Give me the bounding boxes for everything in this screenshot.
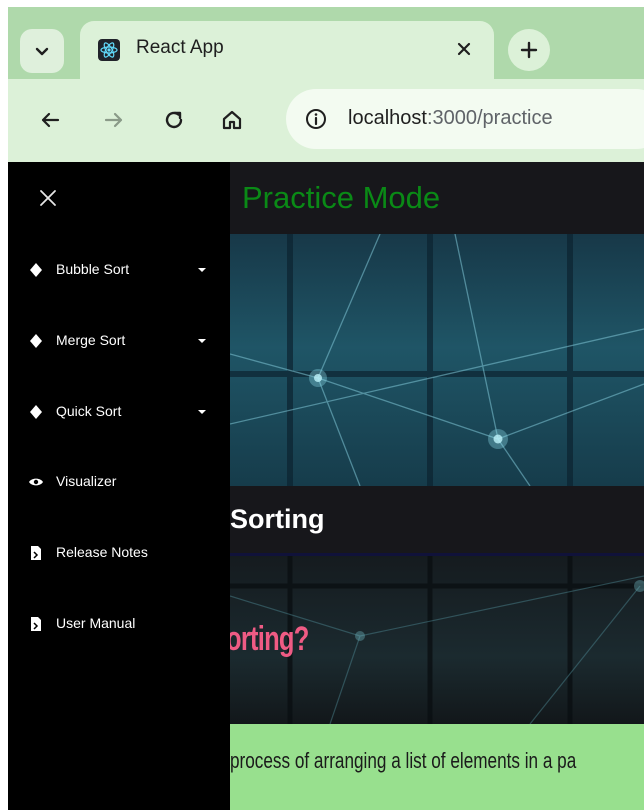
diamond-icon bbox=[30, 405, 42, 419]
sidebar-item-merge-sort[interactable]: Merge Sort bbox=[8, 321, 230, 361]
chevron-down-icon bbox=[35, 47, 49, 56]
sidebar-item-label: Release Notes bbox=[56, 544, 148, 560]
banner-image: orting? bbox=[230, 556, 644, 724]
sidebar-item-label: Merge Sort bbox=[56, 332, 126, 348]
sidebar: Bubble Sort Merge Sort Quick Sort Visual… bbox=[8, 162, 230, 810]
sidebar-item-label: Bubble Sort bbox=[56, 261, 130, 277]
sidebar-item-quick-sort[interactable]: Quick Sort bbox=[8, 392, 230, 432]
sidebar-item-bubble-sort[interactable]: Bubble Sort bbox=[8, 250, 230, 290]
url-text[interactable]: localhost:3000/practice bbox=[348, 107, 553, 130]
browser-chrome: React App localhost:3000/practice bbox=[8, 7, 644, 162]
network-background-image bbox=[230, 234, 644, 486]
sidebar-item-label: User Manual bbox=[56, 615, 136, 631]
reload-icon bbox=[165, 111, 183, 129]
url-host: localhost bbox=[348, 107, 427, 129]
sidebar-item-label: Visualizer bbox=[56, 473, 117, 489]
caret-down-icon[interactable] bbox=[197, 337, 207, 345]
forward-button[interactable] bbox=[94, 100, 134, 140]
home-icon bbox=[222, 110, 242, 130]
reload-button[interactable] bbox=[154, 100, 194, 140]
new-tab-button[interactable] bbox=[508, 29, 550, 71]
tab-search-button[interactable] bbox=[20, 29, 64, 73]
back-button[interactable] bbox=[30, 100, 70, 140]
caret-down-icon[interactable] bbox=[197, 408, 207, 416]
main-content: Practice Mode Sorting orting? process of… bbox=[230, 162, 644, 810]
eye-icon bbox=[29, 478, 43, 486]
page-title: Practice Mode bbox=[242, 180, 441, 215]
diamond-icon bbox=[30, 334, 42, 348]
document-icon bbox=[31, 617, 41, 631]
react-icon bbox=[98, 39, 120, 61]
diamond-icon bbox=[30, 263, 42, 277]
url-path: :3000/practice bbox=[426, 107, 553, 129]
tab-strip: React App bbox=[8, 7, 644, 79]
close-icon bbox=[457, 42, 471, 56]
document-icon bbox=[31, 546, 41, 560]
caret-down-icon[interactable] bbox=[197, 266, 207, 274]
plus-icon bbox=[520, 41, 538, 59]
home-button[interactable] bbox=[212, 100, 252, 140]
intro-text: process of arranging a list of elements … bbox=[230, 748, 577, 773]
tab-title: React App bbox=[136, 37, 224, 58]
close-icon[interactable] bbox=[36, 186, 60, 210]
sidebar-item-label: Quick Sort bbox=[56, 403, 122, 419]
banner-heading: orting? bbox=[230, 620, 309, 658]
sidebar-item-user-manual[interactable]: User Manual bbox=[8, 604, 230, 644]
section-title: Sorting bbox=[230, 504, 325, 534]
hero-image bbox=[230, 234, 644, 486]
address-bar[interactable]: localhost:3000/practice bbox=[286, 89, 644, 149]
close-tab-button[interactable] bbox=[450, 35, 478, 63]
browser-tab[interactable]: React App bbox=[80, 21, 494, 79]
page-content: Bubble Sort Merge Sort Quick Sort Visual… bbox=[8, 162, 644, 810]
intro-panel: process of arranging a list of elements … bbox=[230, 724, 644, 810]
info-icon[interactable] bbox=[304, 107, 328, 131]
browser-toolbar: localhost:3000/practice bbox=[8, 79, 644, 162]
sidebar-item-visualizer[interactable]: Visualizer bbox=[8, 462, 230, 502]
arrow-left-icon bbox=[41, 112, 60, 128]
arrow-right-icon bbox=[104, 112, 123, 128]
sidebar-item-release-notes[interactable]: Release Notes bbox=[8, 533, 230, 573]
